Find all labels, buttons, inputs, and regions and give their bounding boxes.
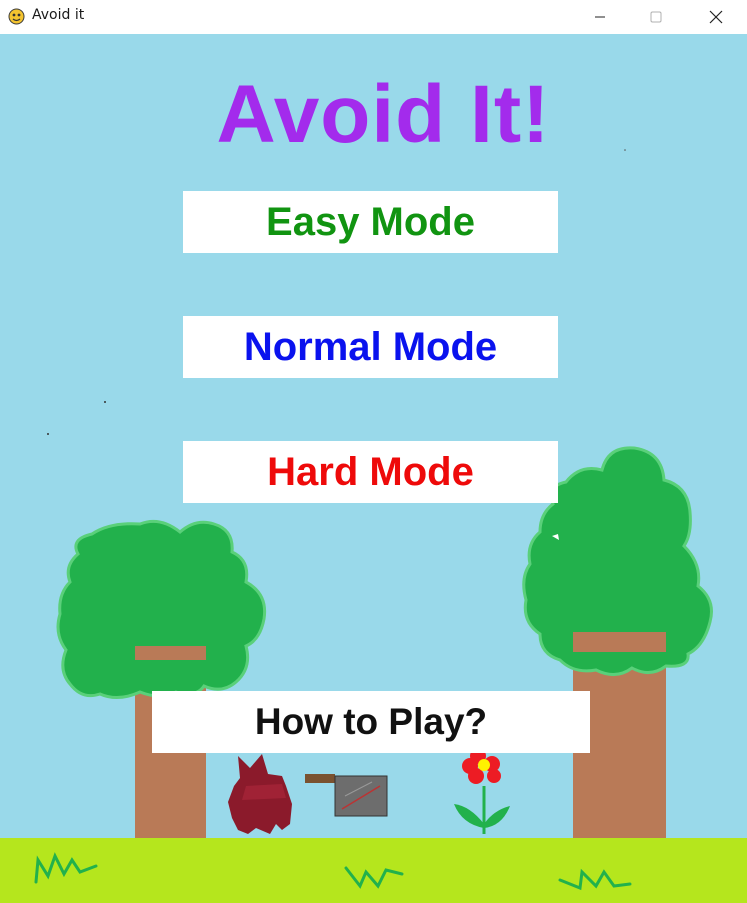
- title-bar: Avoid it: [0, 0, 747, 34]
- window-title: Avoid it: [32, 7, 85, 23]
- minimize-button[interactable]: [572, 0, 628, 34]
- maximize-button[interactable]: [628, 0, 684, 34]
- player-character: [228, 754, 292, 834]
- game-title: Avoid It!: [216, 69, 551, 160]
- easy-mode-button[interactable]: Easy Mode: [183, 191, 558, 253]
- minimize-icon: [595, 16, 605, 18]
- flower: [454, 748, 510, 834]
- how-to-play-button[interactable]: How to Play?: [152, 691, 590, 753]
- hard-mode-button[interactable]: Hard Mode: [183, 441, 558, 503]
- maximize-icon: [650, 11, 662, 23]
- normal-mode-button[interactable]: Normal Mode: [183, 316, 558, 378]
- game-window: Avoid it Avoid It! Easy Mode Normal Mode…: [0, 0, 747, 903]
- right-tree: [522, 446, 713, 839]
- close-button[interactable]: [688, 0, 744, 34]
- game-canvas: Avoid It! Easy Mode Normal Mode Hard Mod…: [0, 34, 747, 903]
- close-icon: [709, 10, 723, 24]
- python-app-icon: [8, 8, 25, 25]
- obstacle-knife: [305, 774, 388, 817]
